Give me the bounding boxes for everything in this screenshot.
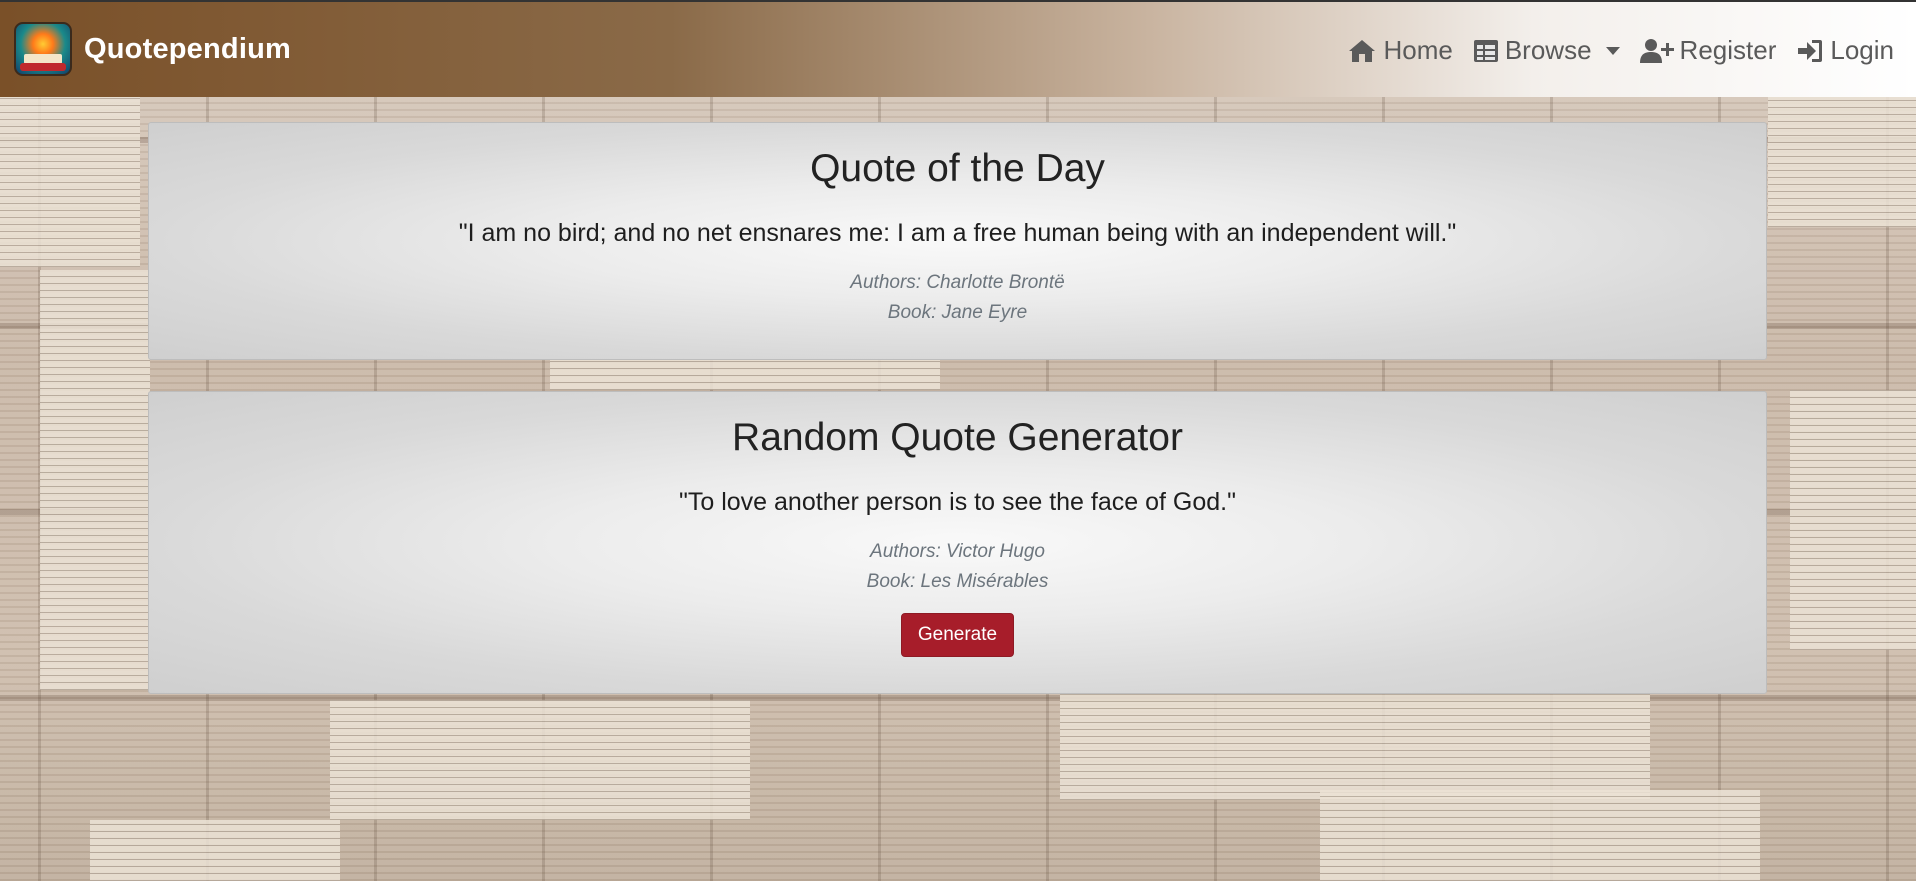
background-book-pages (550, 360, 940, 390)
quote-of-the-day-text: "I am no bird; and no net ensnares me: I… (458, 219, 1457, 247)
nav-browse-label: Browse (1504, 35, 1592, 65)
background-book-pages (90, 820, 340, 881)
nav-menu: Home Browse Register Login (1327, 35, 1894, 66)
nav-home-label: Home (1383, 35, 1453, 65)
background-book-pages (330, 700, 750, 820)
background-book-pages (1768, 97, 1916, 227)
background-book-pages (40, 270, 150, 690)
nav-item-register[interactable]: Register (1639, 35, 1777, 66)
chevron-down-icon (1605, 46, 1620, 55)
nav-register-label: Register (1679, 35, 1777, 65)
user-plus-icon (1639, 38, 1674, 63)
random-quote-card: Random Quote Generator "To love another … (148, 391, 1767, 694)
random-quote-text: "To love another person is to see the fa… (679, 488, 1236, 516)
brand-name: Quotependium (84, 32, 292, 65)
brand[interactable]: Quotependium (14, 22, 291, 76)
quote-of-the-day-title: Quote of the Day (810, 147, 1105, 190)
background-book-pages (0, 97, 140, 267)
table-icon (1473, 39, 1498, 62)
random-quote-authors: Authors: Victor Hugo (870, 541, 1045, 562)
quote-of-the-day-authors: Authors: Charlotte Brontë (850, 272, 1065, 293)
random-quote-title: Random Quote Generator (732, 416, 1183, 459)
background-book-pages (1060, 690, 1650, 800)
nav-item-browse[interactable]: Browse (1473, 35, 1620, 66)
background-book-pages (1790, 390, 1916, 650)
background-book-pages (1320, 790, 1760, 881)
nav-item-home[interactable]: Home (1347, 35, 1453, 66)
home-icon (1349, 39, 1376, 62)
nav-login-label: Login (1830, 35, 1894, 65)
top-navbar: Quotependium Home Browse Register Login (0, 0, 1916, 97)
quote-of-the-day-card: Quote of the Day "I am no bird; and no n… (148, 122, 1767, 360)
quote-of-the-day-book: Book: Jane Eyre (887, 302, 1028, 323)
sign-in-icon (1798, 39, 1823, 62)
random-quote-book: Book: Les Misérables (866, 571, 1049, 592)
nav-item-login[interactable]: Login (1796, 35, 1894, 66)
book-sun-logo-icon (14, 22, 72, 76)
generate-button[interactable]: Generate (900, 613, 1015, 657)
